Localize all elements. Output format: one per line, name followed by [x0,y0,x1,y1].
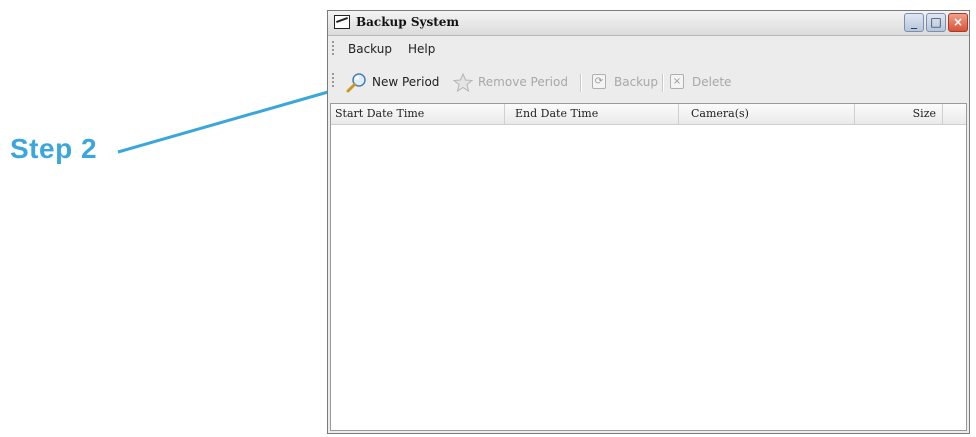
menu-backup[interactable]: Backup [348,42,392,56]
step-callout-label: Step 2 [10,133,98,164]
column-header-size[interactable]: Size [855,104,943,124]
toolbar: New Period Remove Period ⟳ Backup × Dele… [328,68,969,94]
remove-period-label: Remove Period [478,75,568,89]
minimize-button[interactable]: _ [904,13,924,32]
app-icon [334,15,350,29]
column-header-start-date-time[interactable]: Start Date Time [331,104,505,124]
column-header-cameras[interactable]: Camera(s) [679,104,855,124]
column-header-end-date-time[interactable]: End Date Time [505,104,679,124]
backup-label: Backup [614,75,658,89]
menubar-grip [332,41,334,55]
delete-icon: × [668,72,688,92]
window-title: Backup System [356,15,460,29]
backup-period-list[interactable]: Start Date Time End Date Time Camera(s) … [330,103,967,431]
toolbar-separator [580,74,582,92]
delete-label: Delete [692,75,732,89]
menu-help[interactable]: Help [408,42,435,56]
toolbar-grip [332,73,334,87]
title-bar[interactable]: Backup System _ □ × [328,11,969,36]
new-period-label: New Period [372,75,440,89]
toolbar-separator [662,74,664,92]
remove-star-icon [452,72,474,93]
maximize-button[interactable]: □ [926,13,946,32]
backup-system-window: Backup System _ □ × Backup Help New Peri… [327,10,970,434]
list-header: Start Date Time End Date Time Camera(s) … [331,104,966,125]
magnifier-icon [346,72,366,93]
backup-icon: ⟳ [590,72,610,92]
menu-bar: Backup Help [328,36,969,59]
close-button[interactable]: × [948,13,968,32]
